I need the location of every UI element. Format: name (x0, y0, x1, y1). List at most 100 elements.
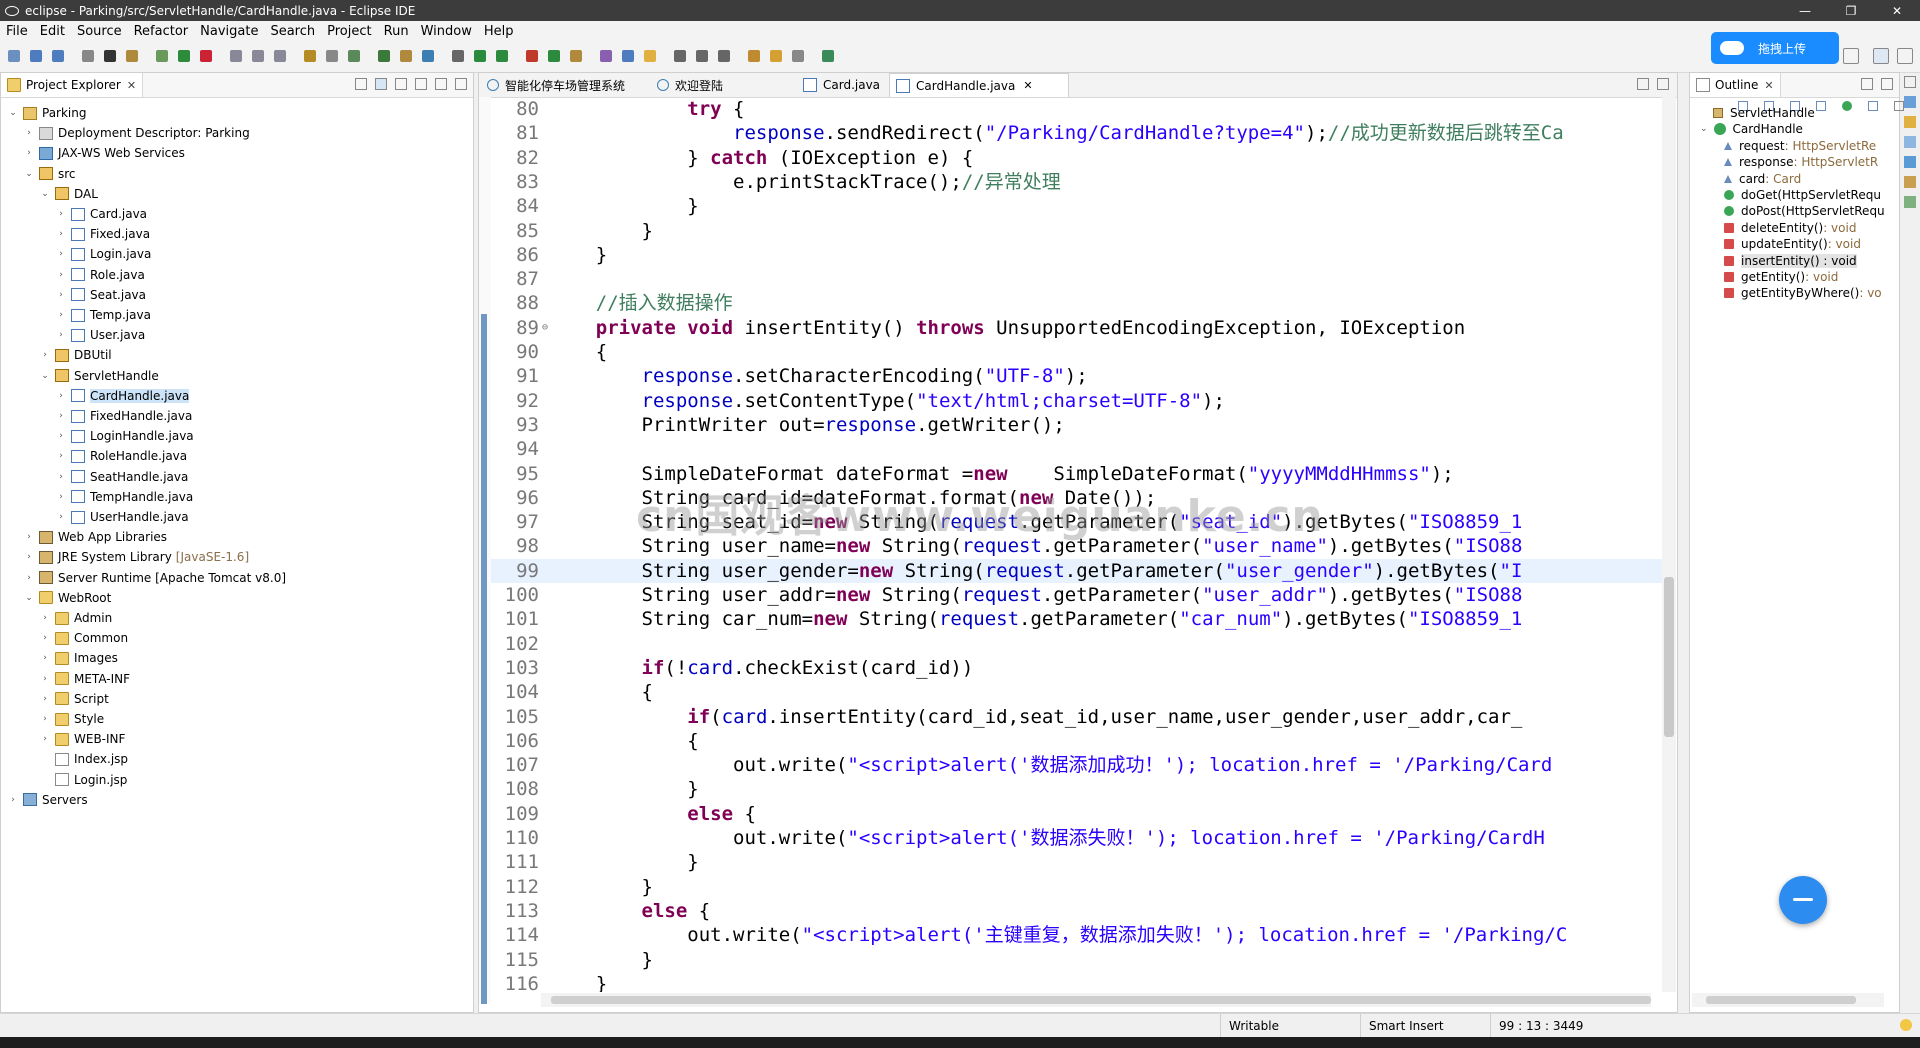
annotation-icon[interactable] (718, 50, 730, 62)
prev-annotation-icon[interactable] (748, 50, 760, 62)
step-icon[interactable] (252, 50, 264, 62)
expand-toggle-icon[interactable]: › (55, 472, 67, 482)
horizontal-scroll-thumb[interactable] (551, 996, 1651, 1004)
menu-refactor[interactable]: Refactor (128, 24, 195, 39)
tree-item[interactable]: › Temp.java (55, 305, 151, 325)
tree-item[interactable]: › CardHandle.java (55, 386, 190, 406)
tree-item[interactable]: › SeatHandle.java (55, 467, 188, 487)
tree-item[interactable]: › JRE System Library [JavaSE-1.6] (23, 547, 249, 567)
editor-tab[interactable]: 欢迎登陆 (651, 73, 793, 97)
snippets-icon[interactable] (1904, 176, 1916, 188)
tree-item[interactable]: ⌄ DAL (39, 184, 98, 204)
tree-item[interactable]: Index.jsp (39, 749, 128, 769)
run-last-icon[interactable] (178, 50, 190, 62)
tree-item[interactable]: › Web App Libraries (23, 527, 167, 547)
tree-item[interactable]: › Admin (39, 608, 112, 628)
expand-toggle-icon[interactable]: › (39, 633, 51, 643)
drag-upload-button[interactable]: 拖拽上传 (1711, 32, 1839, 64)
save-icon[interactable] (30, 50, 42, 62)
close-tab-icon[interactable]: ✕ (1023, 79, 1032, 92)
markers-icon[interactable] (1904, 96, 1916, 108)
expand-toggle-icon[interactable]: › (23, 573, 35, 583)
print-icon[interactable] (82, 50, 94, 62)
hide-non-public-icon[interactable] (1842, 101, 1852, 111)
tree-item[interactable]: ⌄ src (23, 164, 75, 184)
expand-toggle-icon[interactable]: › (55, 290, 67, 300)
properties-icon[interactable] (1904, 116, 1916, 128)
terminal-icon[interactable] (104, 50, 116, 62)
search-icon[interactable] (452, 50, 464, 62)
close-icon[interactable]: ✕ (127, 79, 136, 92)
servers-icon[interactable] (1904, 136, 1916, 148)
minimize-button[interactable]: — (1782, 0, 1828, 21)
outline-horizontal-scrollbar[interactable] (1692, 993, 1884, 1007)
close-icon[interactable]: ✕ (1764, 79, 1773, 92)
java-ee-perspective-icon[interactable] (1873, 48, 1889, 64)
tree-item[interactable]: › Login.java (55, 244, 151, 264)
expand-toggle-icon[interactable]: › (55, 411, 67, 421)
tree-item[interactable]: › WEB-INF (39, 729, 125, 749)
open-perspective-icon[interactable] (1843, 48, 1859, 64)
tree-item[interactable]: › User.java (55, 325, 145, 345)
expand-toggle-icon[interactable]: › (39, 613, 51, 623)
expand-toggle-icon[interactable]: › (7, 795, 19, 805)
menu-search[interactable]: Search (264, 24, 321, 39)
menu-help[interactable]: Help (478, 24, 520, 39)
whitespace-icon[interactable] (696, 50, 708, 62)
editor-tab[interactable]: CardHandle.java ✕ (889, 73, 1069, 97)
new-package-icon[interactable] (400, 50, 412, 62)
menu-source[interactable]: Source (71, 24, 128, 39)
block-select-icon[interactable] (674, 50, 686, 62)
link-with-editor-icon[interactable] (375, 78, 387, 90)
tree-item[interactable]: ⌄ Parking (7, 103, 86, 123)
stop-icon[interactable] (200, 50, 212, 62)
fold-toggle-icon[interactable]: ⊖ (542, 316, 548, 340)
filter-icon[interactable] (395, 78, 407, 90)
debug-icon[interactable] (156, 50, 168, 62)
expand-toggle-icon[interactable]: › (55, 451, 67, 461)
debug-as-icon[interactable] (474, 50, 486, 62)
toggle-mark-icon[interactable] (622, 50, 634, 62)
console-icon[interactable] (1904, 196, 1916, 208)
maximize-editor-icon[interactable] (1657, 78, 1669, 90)
menu-edit[interactable]: Edit (34, 24, 71, 39)
tab-outline[interactable]: Outline ✕ (1690, 73, 1781, 97)
collapse-all-icon[interactable] (355, 78, 367, 90)
open-type-icon[interactable] (570, 50, 582, 62)
close-button[interactable]: ✕ (1874, 0, 1920, 21)
code-area[interactable]: 80 try {81 response.sendRedirect("/Parki… (491, 97, 1663, 992)
tree-item[interactable]: › Server Runtime [Apache Tomcat v8.0] (23, 568, 286, 588)
expand-toggle-icon[interactable]: › (39, 674, 51, 684)
expand-toggle-icon[interactable]: ⌄ (1700, 124, 1708, 134)
menu-navigate[interactable]: Navigate (194, 24, 264, 39)
data-source-icon[interactable] (1904, 156, 1916, 168)
team-icon[interactable] (304, 50, 316, 62)
skip-icon[interactable] (230, 50, 242, 62)
editor-tab[interactable]: Card.java (797, 73, 887, 97)
minimize-editor-icon[interactable] (1637, 78, 1649, 90)
expand-toggle-icon[interactable]: › (55, 310, 67, 320)
minimize-view-icon[interactable] (435, 78, 447, 90)
tree-item[interactable]: › Style (39, 709, 104, 729)
expand-toggle-icon[interactable]: ⌄ (39, 189, 51, 199)
expand-toggle-icon[interactable]: › (55, 391, 67, 401)
expand-toggle-icon[interactable]: › (55, 249, 67, 259)
expand-toggle-icon[interactable]: › (23, 532, 35, 542)
restore-icon[interactable] (1904, 76, 1916, 88)
tree-item[interactable]: › JAX-WS Web Services (23, 143, 185, 163)
toggle-highlight-icon[interactable] (644, 50, 656, 62)
menu-run[interactable]: Run (378, 24, 415, 39)
maximize-view-icon[interactable] (455, 78, 467, 90)
expand-toggle-icon[interactable]: › (55, 330, 67, 340)
expand-toggle-icon[interactable]: › (39, 714, 51, 724)
tree-item[interactable]: › Script (39, 689, 109, 709)
back-icon[interactable] (770, 50, 782, 62)
expand-toggle-icon[interactable]: › (39, 734, 51, 744)
coverage-icon[interactable] (526, 50, 538, 62)
tree-item[interactable]: › DBUtil (39, 345, 111, 365)
expand-toggle-icon[interactable]: › (55, 270, 67, 280)
expand-toggle-icon[interactable]: ⌄ (39, 371, 51, 381)
tree-item[interactable]: › META-INF (39, 669, 130, 689)
tree-item[interactable]: › Common (39, 628, 128, 648)
new-class-icon[interactable] (378, 50, 390, 62)
